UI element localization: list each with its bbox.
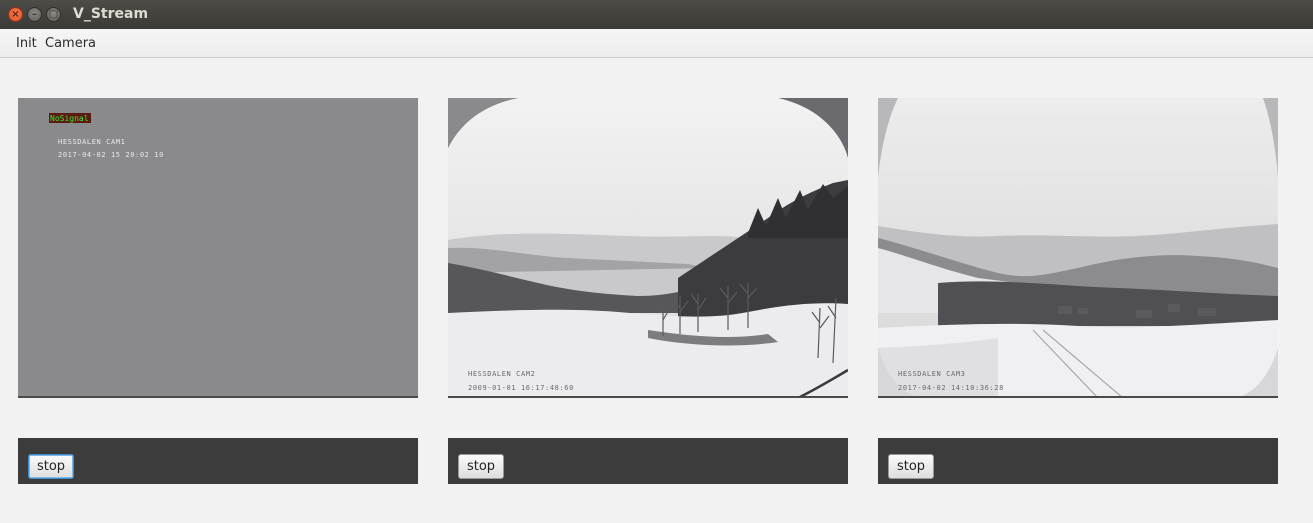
- camera-3-osd-name: HESSDALEN CAM3: [898, 370, 965, 378]
- camera-3-stop-button[interactable]: stop: [888, 454, 934, 479]
- camera-1-osd-time: 2017-04-02 15 20:02 10: [58, 151, 164, 159]
- maximize-window-button[interactable]: □: [46, 7, 61, 22]
- camera-2-feed: HESSDALEN CAM2 2009-01-01 16:17:48:60: [448, 98, 848, 398]
- nosignal-badge: NoSignal: [50, 114, 89, 123]
- close-icon: ×: [11, 9, 20, 20]
- close-window-button[interactable]: ×: [8, 7, 23, 22]
- menu-camera[interactable]: Camera: [45, 36, 96, 51]
- menu-init[interactable]: Init: [16, 36, 37, 51]
- camera-2-stop-button[interactable]: stop: [458, 454, 504, 479]
- camera-3-control-bar: stop: [878, 438, 1278, 484]
- minimize-window-button[interactable]: –: [27, 7, 42, 22]
- title-bar: × – □ V_Stream: [0, 0, 1313, 29]
- camera-1-control-bar: stop: [18, 438, 418, 484]
- menu-bar: Init Camera: [0, 29, 1313, 58]
- minimize-icon: –: [32, 9, 37, 20]
- camera-3-feed: HESSDALEN CAM3 2017-04-02 14:10:36:28: [878, 98, 1278, 398]
- camera-2-control-bar: stop: [448, 438, 848, 484]
- camera-1-osd-name: HESSDALEN CAM1: [58, 138, 125, 146]
- camera-3-osd-time: 2017-04-02 14:10:36:28: [898, 384, 1004, 392]
- camera-1-stop-button[interactable]: stop: [28, 454, 74, 479]
- maximize-icon: □: [48, 9, 59, 20]
- camera-2-osd-name: HESSDALEN CAM2: [468, 370, 535, 378]
- camera-2-osd-time: 2009-01-01 16:17:48:60: [468, 384, 574, 392]
- camera-1-feed: NoSignal HESSDALEN CAM1 2017-04-02 15 20…: [18, 98, 418, 398]
- window-title: V_Stream: [73, 6, 149, 22]
